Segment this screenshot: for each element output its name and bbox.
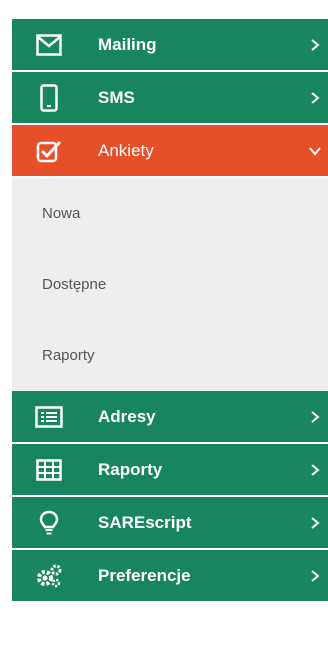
menu-item-label: Ankiety: [98, 140, 154, 160]
chevron-right-icon: [308, 516, 322, 530]
mobile-phone-icon: [35, 83, 63, 112]
checkbox-icon: [35, 137, 63, 165]
menu-item-sarescript[interactable]: SAREscript: [12, 497, 328, 550]
sidebar-menu: Mailing SMS Ankiety Nowa Dostępne Raport…: [12, 19, 328, 603]
chevron-right-icon: [308, 410, 322, 424]
menu-item-label: SMS: [98, 87, 135, 107]
submenu-item-nowa[interactable]: Nowa: [12, 178, 328, 249]
menu-item-sms[interactable]: SMS: [12, 72, 328, 125]
chevron-right-icon: [308, 569, 322, 583]
chevron-right-icon: [308, 38, 322, 52]
submenu-ankiety: Nowa Dostępne Raporty: [12, 178, 328, 391]
menu-item-ankiety[interactable]: Ankiety: [12, 125, 328, 178]
menu-item-label: SAREscript: [98, 512, 192, 532]
menu-item-raporty[interactable]: Raporty: [12, 444, 328, 497]
gears-icon: [35, 562, 63, 590]
submenu-item-raporty[interactable]: Raporty: [12, 320, 328, 391]
menu-item-label: Raporty: [98, 459, 163, 479]
menu-item-label: Mailing: [98, 34, 157, 54]
menu-item-label: Preferencje: [98, 565, 191, 585]
submenu-item-dostepne[interactable]: Dostępne: [12, 249, 328, 320]
table-grid-icon: [35, 456, 63, 484]
menu-item-label: Adresy: [98, 406, 156, 426]
lightbulb-icon: [35, 509, 63, 537]
chevron-down-icon: [308, 144, 322, 158]
envelope-icon: [35, 31, 63, 59]
chevron-right-icon: [308, 91, 322, 105]
menu-item-adresy[interactable]: Adresy: [12, 391, 328, 444]
menu-item-preferencje[interactable]: Preferencje: [12, 550, 328, 603]
menu-item-mailing[interactable]: Mailing: [12, 19, 328, 72]
chevron-right-icon: [308, 463, 322, 477]
address-list-icon: [35, 403, 63, 431]
